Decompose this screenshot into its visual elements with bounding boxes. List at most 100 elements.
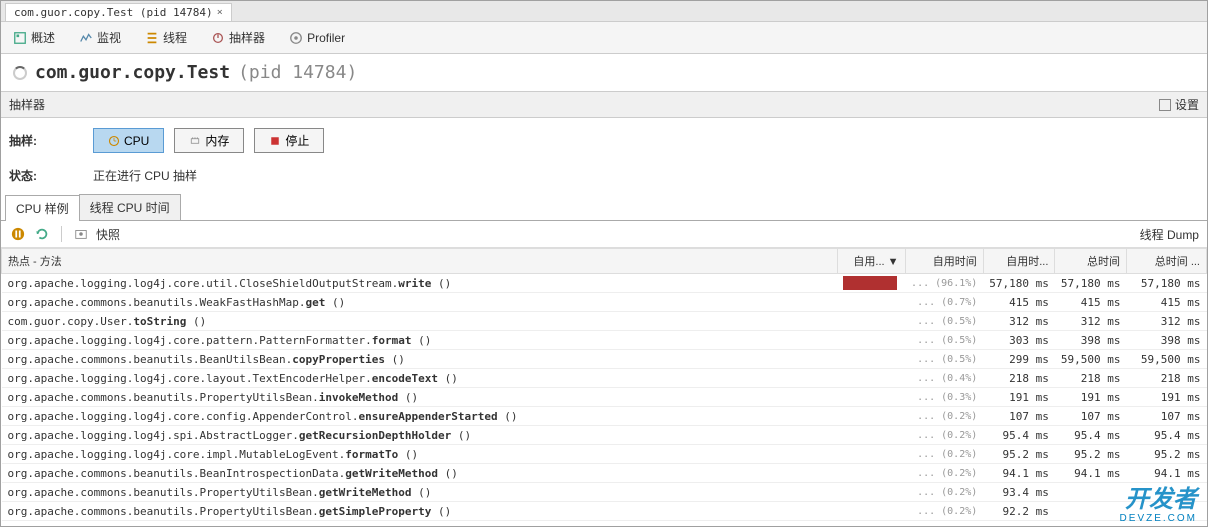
tab-threads[interactable]: 线程 xyxy=(139,26,193,49)
bar-cell xyxy=(837,293,905,312)
percent-cell: ... (0.4%) xyxy=(905,369,983,388)
self-cpu-cell: 191 ms xyxy=(1055,388,1127,407)
self-time-cell: 303 ms xyxy=(983,331,1055,350)
status-row: 状态: 正在进行 CPU 抽样 xyxy=(1,163,1207,194)
table-row[interactable]: org.apache.logging.log4j.spi.AbstractLog… xyxy=(2,426,1207,445)
sampler-icon xyxy=(211,31,225,45)
percent-cell: ... (0.2%) xyxy=(905,502,983,521)
self-time-cell: 95.2 ms xyxy=(983,445,1055,464)
total-time-cell: 191 ms xyxy=(1127,388,1207,407)
settings-label: 设置 xyxy=(1175,96,1199,113)
table-row[interactable]: org.apache.commons.beanutils.BeanUtilsBe… xyxy=(2,350,1207,369)
percent-cell: ... (0.5%) xyxy=(905,350,983,369)
method-cell: org.apache.logging.log4j.core.pattern.Pa… xyxy=(2,331,838,350)
watermark-sub: DEVZE.COM xyxy=(1120,513,1197,524)
thread-dump-button[interactable]: 线程 Dump xyxy=(1140,226,1199,243)
bar-cell xyxy=(837,483,905,502)
table-row[interactable]: org.apache.commons.beanutils.PropertyUti… xyxy=(2,502,1207,521)
table-row[interactable]: org.apache.commons.beanutils.WeakFastHas… xyxy=(2,293,1207,312)
percent-cell: ... (0.7%) xyxy=(905,293,983,312)
total-time-cell: 398 ms xyxy=(1127,331,1207,350)
col-self-time[interactable]: 自用时间 xyxy=(905,249,983,274)
table-row[interactable]: org.apache.commons.beanutils.PropertyUti… xyxy=(2,388,1207,407)
method-cell: org.apache.commons.beanutils.WeakFastHas… xyxy=(2,293,838,312)
table-row[interactable]: org.apache.logging.log4j.core.layout.Tex… xyxy=(2,369,1207,388)
total-time-cell: 95.2 ms xyxy=(1127,445,1207,464)
table-row[interactable]: org.apache.logging.log4j.core.pattern.Pa… xyxy=(2,331,1207,350)
self-time-cell: 191 ms xyxy=(983,388,1055,407)
cpu-button[interactable]: CPU xyxy=(93,128,164,153)
col-total-time-cpu[interactable]: 总时间 ... xyxy=(1127,249,1207,274)
self-time-cell: 93.4 ms xyxy=(983,483,1055,502)
clock-icon xyxy=(108,135,120,147)
self-time-cell: 218 ms xyxy=(983,369,1055,388)
button-label: 内存 xyxy=(205,132,229,149)
bar-cell xyxy=(837,445,905,464)
toolbar-left: 快照 xyxy=(9,225,120,243)
self-time-cell: 299 ms xyxy=(983,350,1055,369)
self-time-cell: 95.4 ms xyxy=(983,426,1055,445)
window-tab-bar: com.guor.copy.Test (pid 14784) × xyxy=(1,1,1207,22)
memory-button[interactable]: 内存 xyxy=(174,128,244,153)
bar-cell xyxy=(837,388,905,407)
bar-cell xyxy=(837,521,905,527)
spinner-icon xyxy=(13,66,27,80)
snapshot-icon[interactable] xyxy=(72,225,90,243)
window-tab[interactable]: com.guor.copy.Test (pid 14784) × xyxy=(5,3,232,21)
overview-icon xyxy=(13,31,27,45)
sample-controls: 抽样: CPU 内存 停止 xyxy=(1,118,1207,163)
table-row[interactable]: org.apache.logging.log4j.core.config.App… xyxy=(2,407,1207,426)
refresh-icon[interactable] xyxy=(33,225,51,243)
tab-label: 线程 xyxy=(163,29,187,46)
table-row[interactable]: org.apache.commons.beanutils.PropertyUti… xyxy=(2,483,1207,502)
tab-monitor[interactable]: 监视 xyxy=(73,26,127,49)
percent-cell: ... (0.5%) xyxy=(905,331,983,350)
self-time-cell: 107 ms xyxy=(983,407,1055,426)
table-row[interactable]: org.apache.logging.log4j.core.config.Log… xyxy=(2,521,1207,527)
pause-icon[interactable] xyxy=(9,225,27,243)
self-cpu-cell xyxy=(1055,502,1127,521)
bar-cell xyxy=(837,274,905,293)
tab-overview[interactable]: 概述 xyxy=(7,26,61,49)
table-container[interactable]: 热点 - 方法 自用... ▼ 自用时间 自用时... 总时间 总时间 ... … xyxy=(1,248,1207,527)
self-cpu-cell xyxy=(1055,483,1127,502)
title-row: com.guor.copy.Test (pid 14784) xyxy=(1,54,1207,91)
tab-label: Profiler xyxy=(307,31,345,45)
tab-sampler[interactable]: 抽样器 xyxy=(205,26,271,49)
col-hotspot[interactable]: 热点 - 方法 xyxy=(2,249,838,274)
self-time-cell: 57,180 ms xyxy=(983,274,1055,293)
tab-thread-cpu-time[interactable]: 线程 CPU 时间 xyxy=(79,194,181,220)
method-cell: org.apache.logging.log4j.spi.AbstractLog… xyxy=(2,426,838,445)
total-time-cell: 57,180 ms xyxy=(1127,274,1207,293)
table-row[interactable]: org.apache.logging.log4j.core.util.Close… xyxy=(2,274,1207,293)
threads-icon xyxy=(145,31,159,45)
self-cpu-cell: 95.4 ms xyxy=(1055,426,1127,445)
table-header-row: 热点 - 方法 自用... ▼ 自用时间 自用时... 总时间 总时间 ... xyxy=(2,249,1207,274)
self-time-cell: 94.1 ms xyxy=(983,464,1055,483)
method-cell: com.guor.copy.User.toString () xyxy=(2,312,838,331)
snapshot-label[interactable]: 快照 xyxy=(96,226,120,243)
inner-tabs: CPU 样例 线程 CPU 时间 xyxy=(1,194,1207,221)
close-icon[interactable]: × xyxy=(217,7,223,18)
col-total-time[interactable]: 总时间 xyxy=(1055,249,1127,274)
col-self-bar[interactable]: 自用... ▼ xyxy=(837,249,905,274)
self-cpu-cell: 218 ms xyxy=(1055,369,1127,388)
table-row[interactable]: org.apache.commons.beanutils.BeanIntrosp… xyxy=(2,464,1207,483)
bar-cell xyxy=(837,426,905,445)
stop-button[interactable]: 停止 xyxy=(254,128,324,153)
col-self-time-cpu[interactable]: 自用时... xyxy=(983,249,1055,274)
table-row[interactable]: com.guor.copy.User.toString () ... (0.5%… xyxy=(2,312,1207,331)
total-time-cell: 312 ms xyxy=(1127,312,1207,331)
profiler-icon xyxy=(289,31,303,45)
total-time-cell: 218 ms xyxy=(1127,369,1207,388)
bar-cell xyxy=(837,369,905,388)
self-cpu-cell: 59,500 ms xyxy=(1055,350,1127,369)
tab-profiler[interactable]: Profiler xyxy=(283,28,351,48)
tab-cpu-samples[interactable]: CPU 样例 xyxy=(5,195,80,221)
monitor-icon xyxy=(79,31,93,45)
settings-toggle[interactable]: 设置 xyxy=(1159,96,1199,113)
method-cell: org.apache.logging.log4j.core.util.Close… xyxy=(2,274,838,293)
profiler-window: com.guor.copy.Test (pid 14784) × 概述 监视 线… xyxy=(0,0,1208,527)
self-time-cell: 92.2 ms xyxy=(983,502,1055,521)
table-row[interactable]: org.apache.logging.log4j.core.impl.Mutab… xyxy=(2,445,1207,464)
